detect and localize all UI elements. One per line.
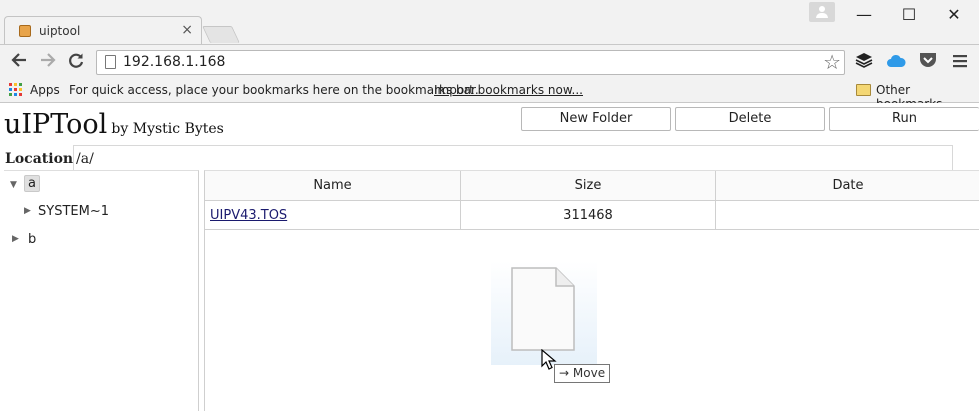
move-tooltip-label: Move [572,366,606,380]
close-window-button[interactable]: ✕ [936,4,972,26]
file-date-cell [716,201,979,230]
app-title: uIPTool by Mystic Bytes [4,109,224,140]
forward-arrow-icon[interactable] [37,51,59,73]
column-header-size[interactable]: Size [461,171,716,201]
pocket-extension-icon[interactable] [917,52,939,74]
profile-avatar-icon[interactable] [809,2,835,22]
address-bar[interactable]: 192.168.1.168 ☆ [96,50,845,75]
file-name-link[interactable]: UIPV43.TOS [205,208,287,223]
location-label: Location: [5,151,79,167]
directory-tree: ▼ a ▶ SYSTEM~1 ▶ b [4,170,199,411]
menu-icon[interactable] [949,52,971,74]
tab-favicon-icon [19,25,31,37]
apps-shortcut[interactable]: Apps [30,83,60,97]
bookmarks-hint-text: For quick access, place your bookmarks h… [69,83,479,97]
reload-icon[interactable] [65,51,87,73]
page-icon [105,55,116,69]
browser-toolbar: 192.168.1.168 ☆ [0,44,979,78]
file-icon [511,267,575,351]
location-field[interactable]: /a/ [73,145,953,171]
maximize-button[interactable]: ☐ [891,4,927,26]
new-folder-button[interactable]: New Folder [521,107,671,131]
expanded-triangle-icon[interactable]: ▼ [10,180,17,190]
page-content: uIPTool by Mystic Bytes New Folder Delet… [0,103,979,411]
run-button[interactable]: Run [829,107,979,131]
tree-item-b[interactable]: b [28,232,36,247]
import-bookmarks-link[interactable]: Import bookmarks now... [434,83,583,97]
new-tab-button[interactable] [202,26,240,43]
table-row[interactable]: UIPV43.TOS [205,201,461,230]
delete-button[interactable]: Delete [675,107,825,131]
tab-close-icon[interactable]: × [181,22,193,38]
app-name: uIPTool [4,109,108,140]
app-byline: by Mystic Bytes [111,121,224,137]
url-text[interactable]: 192.168.1.168 [123,54,225,70]
collapsed-triangle-icon[interactable]: ▶ [24,206,31,216]
cloud-extension-icon[interactable] [885,52,907,74]
bookmark-star-icon[interactable]: ☆ [823,51,841,74]
bookmarks-bar: Apps For quick access, place your bookma… [0,78,979,111]
apps-grid-icon[interactable] [9,83,23,97]
move-arrow-icon: → [559,366,570,380]
tree-item-system1[interactable]: SYSTEM~1 [38,204,109,219]
file-size-cell: 311468 [461,201,716,230]
browser-tab[interactable]: uiptool × [4,16,202,45]
back-arrow-icon[interactable] [8,51,30,73]
layers-extension-icon[interactable] [853,52,875,74]
move-tooltip: → Move [554,364,611,383]
column-header-date[interactable]: Date [716,171,979,201]
collapsed-triangle-icon[interactable]: ▶ [12,234,19,244]
browser-titlebar: uiptool × — ☐ ✕ [0,0,979,45]
tree-item-a[interactable]: a [24,175,40,192]
tab-title: uiptool [39,24,81,38]
minimize-button[interactable]: — [846,4,882,26]
column-header-name[interactable]: Name [205,171,461,201]
folder-icon [856,84,871,96]
